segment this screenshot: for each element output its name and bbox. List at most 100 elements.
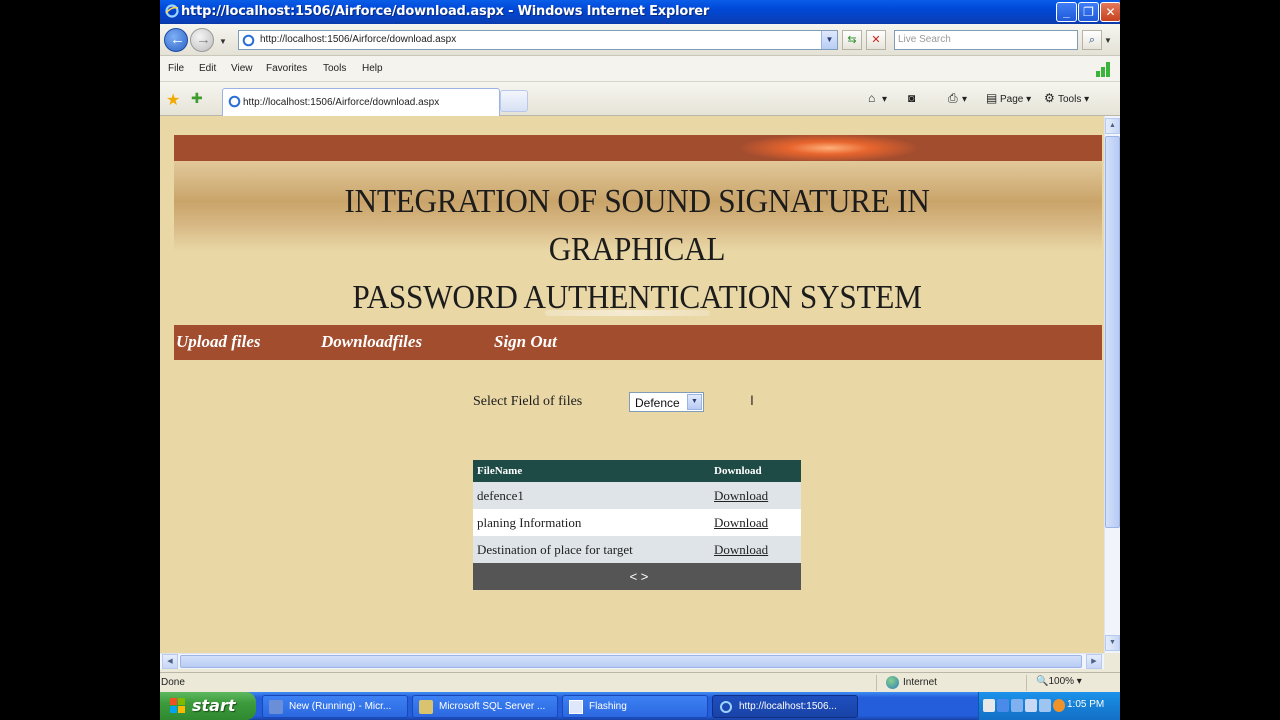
menu-edit[interactable]: Edit xyxy=(199,63,216,74)
tools-menu-label: Tools xyxy=(1058,94,1082,105)
file-name-cell: planing Information xyxy=(473,509,710,536)
nav-upload-files[interactable]: Upload files xyxy=(176,332,261,352)
tab-download-page[interactable]: http://localhost:1506/Airforce/download.… xyxy=(222,88,500,116)
taskbar-item-label: Flashing xyxy=(589,701,627,712)
tab-label: http://localhost:1506/Airforce/download.… xyxy=(243,97,440,108)
refresh-button[interactable]: ⇆ xyxy=(842,30,862,50)
banner-faint-decoration xyxy=(545,310,710,316)
ie-logo-icon xyxy=(165,4,179,18)
new-tab-button[interactable] xyxy=(500,90,528,112)
window-title: http://localhost:1506/Airforce/download.… xyxy=(181,4,710,19)
scroll-left-icon[interactable]: ◀ xyxy=(162,654,178,669)
security-zone[interactable]: Internet xyxy=(886,676,937,689)
search-placeholder: Live Search xyxy=(898,34,951,45)
feeds-button[interactable]: ◙ xyxy=(908,91,922,105)
files-table: FileName Download defence1 Download plan… xyxy=(473,460,801,590)
status-divider xyxy=(1026,675,1027,691)
volume-tray-icon[interactable] xyxy=(1039,699,1051,712)
taskbar-item-label: http://localhost:1506... xyxy=(739,701,837,712)
address-field[interactable]: http://localhost:1506/Airforce/download.… xyxy=(238,30,838,50)
select-field-label: Select Field of files xyxy=(473,394,583,409)
search-options-dropdown-icon[interactable]: ▼ xyxy=(1104,36,1112,45)
zoom-control[interactable]: 🔍100% ▾ xyxy=(1036,676,1082,687)
activity-signal-icon xyxy=(1096,61,1114,77)
printer-icon: ⎙ xyxy=(948,91,958,105)
ie-logo-icon xyxy=(720,701,732,713)
horizontal-scroll-thumb[interactable] xyxy=(180,655,1082,668)
scroll-up-icon[interactable]: ▲ xyxy=(1105,118,1120,134)
table-pager-row: < > xyxy=(473,563,801,590)
column-header-filename: FileName xyxy=(473,460,710,482)
chevron-down-icon[interactable]: ▼ xyxy=(687,394,702,410)
zone-label: Internet xyxy=(903,677,937,689)
help-tray-icon[interactable] xyxy=(983,699,995,712)
menu-favorites[interactable]: Favorites xyxy=(266,63,307,74)
title-bar: http://localhost:1506/Airforce/download.… xyxy=(160,0,1120,24)
download-cell: Download xyxy=(710,482,801,509)
update-tray-icon[interactable] xyxy=(1053,699,1065,712)
scroll-right-icon[interactable]: ▶ xyxy=(1086,654,1102,669)
virtual-machine-icon xyxy=(269,700,283,714)
windows-flag-icon xyxy=(170,698,186,714)
menu-view[interactable]: View xyxy=(231,63,253,74)
system-tray: 1:05 PM xyxy=(978,692,1120,720)
display-tray-icon[interactable] xyxy=(1011,699,1023,712)
taskbar: start New (Running) - Micr... Microsoft … xyxy=(160,692,1120,720)
status-divider xyxy=(876,675,877,691)
start-button[interactable]: start xyxy=(160,692,256,720)
favorites-star-icon[interactable]: ★ xyxy=(166,90,180,110)
zoom-icon: 🔍 xyxy=(1036,676,1049,687)
back-button[interactable]: ← xyxy=(164,28,188,52)
minimize-button[interactable]: _ xyxy=(1056,2,1077,22)
vertical-scrollbar[interactable]: ▲ ▼ xyxy=(1104,116,1120,653)
download-link[interactable]: Download xyxy=(714,488,768,503)
taskbar-item-flashing[interactable]: Flashing xyxy=(562,695,708,718)
tools-menu-button[interactable]: ⚙ Tools ▾ xyxy=(1044,91,1089,105)
maximize-button[interactable]: ❐ xyxy=(1078,2,1099,22)
forward-button[interactable]: → xyxy=(190,28,214,52)
nav-sign-out[interactable]: Sign Out xyxy=(494,332,557,352)
stop-button[interactable]: ✕ xyxy=(866,30,886,50)
print-button[interactable]: ⎙ ▾ xyxy=(948,91,967,106)
table-pager[interactable]: < > xyxy=(473,563,801,590)
search-icon[interactable]: ⌕ xyxy=(1082,30,1102,50)
download-link[interactable]: Download xyxy=(714,542,768,557)
site-nav: Upload files Downloadfiles Sign Out xyxy=(174,325,1102,360)
address-url: http://localhost:1506/Airforce/download.… xyxy=(260,34,457,45)
add-favorite-icon[interactable]: ✚ xyxy=(191,90,203,107)
page-menu-button[interactable]: ▤ Page ▾ xyxy=(986,91,1031,105)
menu-help[interactable]: Help xyxy=(362,63,383,74)
scroll-corner xyxy=(1104,653,1120,669)
file-name-cell: Destination of place for target xyxy=(473,536,710,563)
back-arrow-icon: ← xyxy=(170,31,185,48)
window-icon xyxy=(569,700,583,714)
nav-download-files[interactable]: Downloadfiles xyxy=(321,332,422,352)
recent-pages-dropdown-icon[interactable]: ▼ xyxy=(219,37,227,46)
close-button[interactable]: ✕ xyxy=(1100,2,1120,22)
home-button[interactable]: ⌂ ▾ xyxy=(868,91,887,105)
menu-bar: File Edit View Favorites Tools Help xyxy=(160,56,1120,82)
download-link[interactable]: Download xyxy=(714,515,768,530)
field-select[interactable]: Defence ▼ xyxy=(629,392,704,412)
table-row: defence1 Download xyxy=(473,482,801,509)
vertical-scroll-thumb[interactable] xyxy=(1105,136,1120,528)
connection-tray-icon[interactable] xyxy=(1025,699,1037,712)
forward-arrow-icon: → xyxy=(196,31,211,48)
network-tray-icon[interactable] xyxy=(997,699,1009,712)
menu-file[interactable]: File xyxy=(168,63,184,74)
table-row: planing Information Download xyxy=(473,509,801,536)
horizontal-scrollbar[interactable]: ◀ ▶ xyxy=(160,653,1104,669)
column-header-download: Download xyxy=(710,460,801,482)
scroll-down-icon[interactable]: ▼ xyxy=(1105,635,1120,651)
taskbar-item-virtualbox[interactable]: New (Running) - Micr... xyxy=(262,695,408,718)
search-input[interactable]: Live Search xyxy=(894,30,1078,50)
ie-window: http://localhost:1506/Airforce/download.… xyxy=(160,0,1120,720)
taskbar-item-internet-explorer[interactable]: http://localhost:1506... xyxy=(712,695,858,718)
rss-feed-icon: ◙ xyxy=(908,91,916,105)
zoom-level: 100% xyxy=(1048,676,1075,687)
address-dropdown-icon[interactable]: ▼ xyxy=(821,31,837,49)
table-header-row: FileName Download xyxy=(473,460,801,482)
menu-tools[interactable]: Tools xyxy=(323,63,346,74)
gear-icon: ⚙ xyxy=(1044,91,1055,105)
taskbar-item-sql-server[interactable]: Microsoft SQL Server ... xyxy=(412,695,558,718)
